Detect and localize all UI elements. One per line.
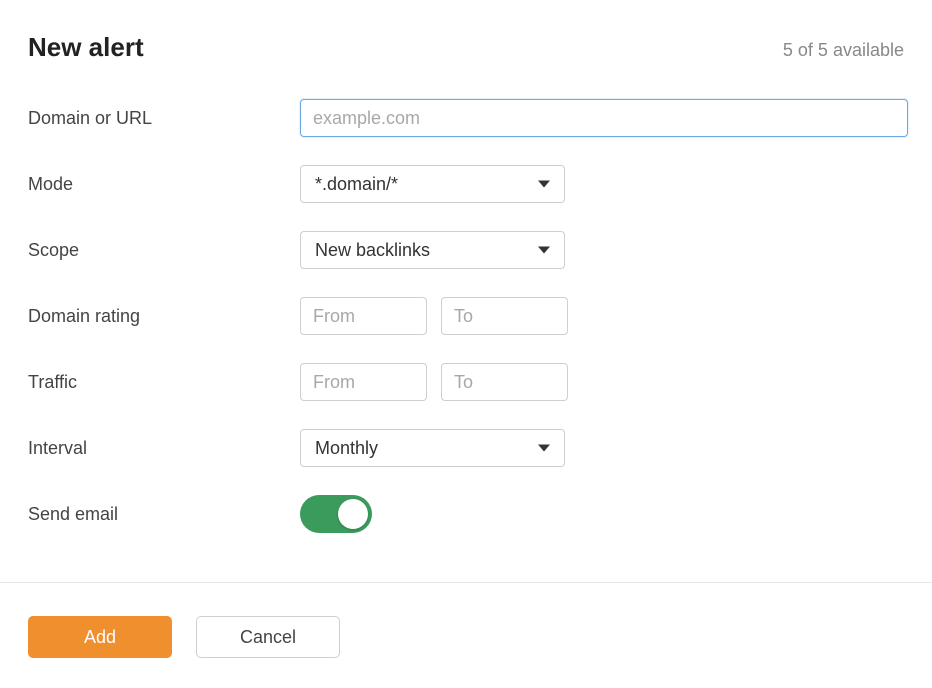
mode-select-value: *.domain/*	[315, 174, 398, 195]
chevron-down-icon	[538, 181, 550, 188]
row-send-email: Send email	[28, 495, 904, 533]
add-button-label: Add	[84, 627, 116, 648]
footer-separator	[0, 582, 932, 583]
label-mode: Mode	[28, 174, 300, 195]
domain-or-url-input[interactable]	[300, 99, 908, 137]
row-mode: Mode *.domain/*	[28, 165, 904, 203]
label-send-email: Send email	[28, 504, 300, 525]
traffic-from-input[interactable]	[300, 363, 427, 401]
row-interval: Interval Monthly	[28, 429, 904, 467]
label-interval: Interval	[28, 438, 300, 459]
cancel-button-label: Cancel	[240, 627, 296, 648]
availability-count: 5 of 5 available	[783, 40, 904, 61]
interval-select[interactable]: Monthly	[300, 429, 565, 467]
row-domain-or-url: Domain or URL	[28, 99, 904, 137]
scope-select[interactable]: New backlinks	[300, 231, 565, 269]
new-alert-form: New alert 5 of 5 available Domain or URL…	[0, 0, 932, 533]
label-domain-or-url: Domain or URL	[28, 108, 300, 129]
chevron-down-icon	[538, 445, 550, 452]
interval-select-value: Monthly	[315, 438, 378, 459]
chevron-down-icon	[538, 247, 550, 254]
send-email-toggle[interactable]	[300, 495, 372, 533]
label-domain-rating: Domain rating	[28, 306, 300, 327]
footer-actions: Add Cancel	[28, 616, 340, 658]
domain-rating-from-input[interactable]	[300, 297, 427, 335]
domain-rating-to-input[interactable]	[441, 297, 568, 335]
page-title: New alert	[28, 32, 144, 63]
row-domain-rating: Domain rating	[28, 297, 904, 335]
add-button[interactable]: Add	[28, 616, 172, 658]
scope-select-value: New backlinks	[315, 240, 430, 261]
toggle-knob	[338, 499, 368, 529]
mode-select[interactable]: *.domain/*	[300, 165, 565, 203]
label-scope: Scope	[28, 240, 300, 261]
label-traffic: Traffic	[28, 372, 300, 393]
row-scope: Scope New backlinks	[28, 231, 904, 269]
row-traffic: Traffic	[28, 363, 904, 401]
header: New alert 5 of 5 available	[28, 32, 904, 63]
traffic-to-input[interactable]	[441, 363, 568, 401]
cancel-button[interactable]: Cancel	[196, 616, 340, 658]
